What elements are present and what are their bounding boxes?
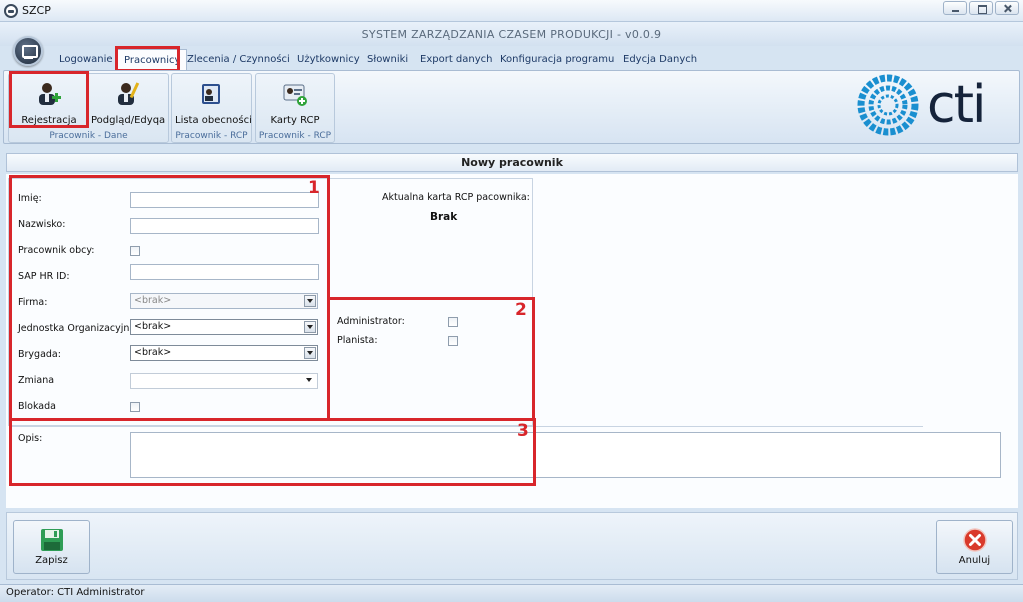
karty-rcp-label: Karty RCP xyxy=(270,115,320,126)
annotation-box-1 xyxy=(9,175,330,421)
rcp-card-icon xyxy=(283,84,307,106)
edit-user-icon xyxy=(118,82,140,105)
cti-logo-text: cti xyxy=(927,75,986,135)
close-window-button[interactable] xyxy=(995,1,1019,15)
group-label-pracownik-rcp-2: Pracownik - RCP xyxy=(258,131,332,141)
group-label-pracownik-rcp-1: Pracownik - RCP xyxy=(175,131,248,141)
save-button[interactable]: Zapisz xyxy=(13,520,90,574)
bottom-action-bar: Zapisz Anuluj xyxy=(6,512,1018,580)
annotation-number-2: 2 xyxy=(515,300,527,320)
window-titlebar: SZCP xyxy=(0,0,1023,22)
podglad-edycja-label: Podgląd/Edyqa xyxy=(91,115,166,126)
group-pracownik-rcp-2: Karty RCP Pracownik - RCP xyxy=(255,73,335,143)
lista-obecnosci-button[interactable]: Lista obecności xyxy=(175,76,252,128)
rcp-card-value: Brak xyxy=(430,211,458,223)
group-pracownik-rcp-1: Lista obecności Pracownik - RCP xyxy=(171,73,252,143)
rcp-card-label: Aktualna karta RCP pacownika: xyxy=(382,192,530,203)
attendance-list-icon xyxy=(202,84,220,104)
annotation-box-3 xyxy=(9,418,536,486)
window-title: SZCP xyxy=(22,4,51,17)
app-icon xyxy=(4,4,18,18)
annotation-number-3: 3 xyxy=(517,421,529,441)
podglad-edycja-button[interactable]: Podgląd/Edyqa xyxy=(91,76,165,128)
operator-status: Operator: CTI Administrator xyxy=(6,587,145,598)
app-title: SYSTEM ZARZĄDZANIA CZASEM PRODUKCJI - v0… xyxy=(361,28,662,41)
cancel-icon xyxy=(962,528,987,552)
save-label: Zapisz xyxy=(35,555,68,566)
maximize-button[interactable] xyxy=(969,1,993,15)
cancel-button[interactable]: Anuluj xyxy=(936,520,1013,574)
lista-obecnosci-label: Lista obecności xyxy=(175,115,252,126)
tab-edycja-danych[interactable]: Edycja Danych xyxy=(623,54,697,65)
annotation-box-2 xyxy=(327,297,535,421)
form-title: Nowy pracownik xyxy=(6,153,1018,172)
highlight-rejestracja xyxy=(9,71,89,128)
annotation-number-1: 1 xyxy=(308,178,320,198)
tab-logowanie[interactable]: Logowanie xyxy=(59,54,113,65)
tab-zlecenia[interactable]: Zlecenia / Czynności xyxy=(187,54,290,65)
window-controls xyxy=(943,1,1019,15)
cancel-label: Anuluj xyxy=(958,555,991,566)
highlight-tab-pracownicy xyxy=(115,46,180,72)
status-bar: Operator: CTI Administrator xyxy=(0,584,1023,602)
minimize-button[interactable] xyxy=(943,1,967,15)
app-title-bar: SYSTEM ZARZĄDZANIA CZASEM PRODUKCJI - v0… xyxy=(0,22,1023,46)
cti-logo: cti xyxy=(857,74,1007,136)
tab-export-danych[interactable]: Export danych xyxy=(420,54,492,65)
tab-slowniki[interactable]: Słowniki xyxy=(367,54,408,65)
karty-rcp-button[interactable]: Karty RCP xyxy=(259,76,331,128)
cti-logo-icon xyxy=(857,74,919,136)
group-label-pracownik-dane: Pracownik - Dane xyxy=(49,131,128,141)
tab-uzytkownicy[interactable]: Użytkownicy xyxy=(297,54,360,65)
floppy-disk-icon xyxy=(40,529,63,551)
tab-konfiguracja[interactable]: Konfiguracja programu xyxy=(500,54,614,65)
